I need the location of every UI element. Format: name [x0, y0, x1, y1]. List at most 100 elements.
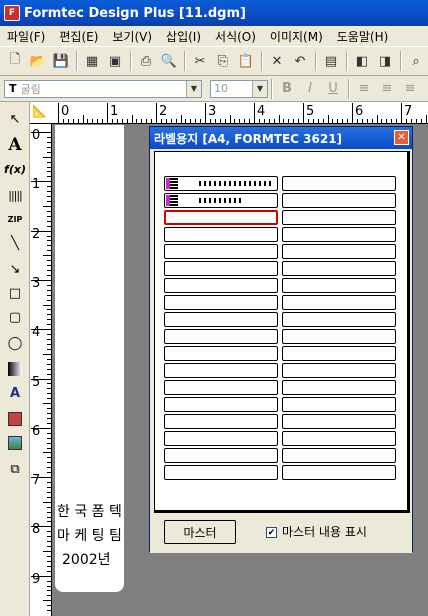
label-cell[interactable]: [282, 210, 396, 225]
label-cell[interactable]: [164, 193, 278, 208]
wordart-tool-icon[interactable]: A: [3, 382, 27, 404]
zoom-icon[interactable]: ⌕: [405, 50, 427, 72]
label-cell[interactable]: [282, 261, 396, 276]
ruler-number: 4: [32, 325, 41, 341]
open-folder-icon[interactable]: 📂: [27, 50, 49, 72]
label-cell-selected[interactable]: [164, 210, 278, 225]
label-cell[interactable]: [164, 346, 278, 361]
group-tool-icon[interactable]: ⧉: [3, 458, 27, 480]
align-center-icon[interactable]: ≡: [376, 78, 398, 100]
formula-tool-icon[interactable]: f(x): [3, 158, 27, 180]
font-family-select[interactable]: T 굴림 ▼: [4, 79, 202, 98]
label-content-icon: [166, 178, 178, 189]
bold-icon[interactable]: B: [276, 78, 298, 100]
label-cell[interactable]: [282, 244, 396, 259]
print-preview-icon[interactable]: 🔍: [158, 50, 180, 72]
rectangle-tool-icon[interactable]: □: [3, 282, 27, 304]
new-file-icon[interactable]: 🗋: [4, 50, 26, 72]
label-cell[interactable]: [282, 329, 396, 344]
master-button[interactable]: 마스터: [164, 520, 236, 544]
label-layout-icon[interactable]: ▦: [81, 50, 103, 72]
select-arrow-icon[interactable]: ↖: [3, 108, 27, 130]
label-cell[interactable]: [282, 193, 396, 208]
line-tool-icon[interactable]: ╲: [3, 232, 27, 254]
undo-icon[interactable]: ↶: [289, 50, 311, 72]
label-cell[interactable]: [164, 261, 278, 276]
font-type-icon: T: [9, 82, 17, 95]
label-cell[interactable]: [164, 380, 278, 395]
label-cell[interactable]: [282, 380, 396, 395]
label-cell[interactable]: [164, 329, 278, 344]
send-back-icon[interactable]: ◨: [374, 50, 396, 72]
menu-view[interactable]: 보기(V): [105, 28, 159, 45]
label-cell[interactable]: [164, 363, 278, 378]
rounded-rect-tool-icon[interactable]: ▢: [3, 306, 27, 328]
align-right-icon[interactable]: ≡: [399, 78, 421, 100]
ruler-number: 3: [208, 104, 217, 119]
italic-icon[interactable]: I: [299, 78, 321, 100]
ellipse-tool-icon[interactable]: ◯: [3, 332, 27, 354]
close-icon[interactable]: ✕: [394, 130, 409, 145]
label-cell[interactable]: [164, 312, 278, 327]
underline-icon[interactable]: U: [322, 78, 344, 100]
label-cell[interactable]: [164, 414, 278, 429]
zip-barcode-icon[interactable]: ZIP: [3, 208, 27, 230]
label-cell[interactable]: [164, 431, 278, 446]
properties-icon[interactable]: ▤: [320, 50, 342, 72]
label-cell[interactable]: [282, 363, 396, 378]
label-cell[interactable]: [164, 278, 278, 293]
page-setup-icon[interactable]: ▣: [104, 50, 126, 72]
paste-icon[interactable]: 📋: [235, 50, 257, 72]
menu-format[interactable]: 서식(O): [208, 28, 263, 45]
menu-insert[interactable]: 삽입(I): [159, 28, 208, 45]
toolbar-separator: [346, 51, 348, 71]
label-content-preview: [199, 181, 271, 186]
label-cell[interactable]: [164, 465, 278, 480]
label-cell[interactable]: [164, 176, 278, 191]
label-cell[interactable]: [282, 397, 396, 412]
label-cell[interactable]: [164, 448, 278, 463]
label-cell[interactable]: [282, 312, 396, 327]
image-tool-icon[interactable]: [3, 432, 27, 454]
align-left-icon[interactable]: ≡: [353, 78, 375, 100]
menu-help[interactable]: 도움말(H): [330, 28, 396, 45]
gradient-tool-icon[interactable]: [3, 358, 27, 380]
chevron-down-icon[interactable]: ▼: [252, 80, 267, 97]
label-cell[interactable]: [282, 176, 396, 191]
label-cell[interactable]: [164, 227, 278, 242]
text-tool-icon[interactable]: A: [3, 134, 27, 156]
arrow-tool-icon[interactable]: ↘: [3, 258, 27, 280]
cut-icon[interactable]: ✂: [189, 50, 211, 72]
label-cell[interactable]: [282, 414, 396, 429]
label-cell[interactable]: [282, 278, 396, 293]
clipart-tool-icon[interactable]: [3, 408, 27, 430]
label-cell[interactable]: [282, 295, 396, 310]
ruler-number: 5: [306, 104, 315, 119]
label-cell[interactable]: [282, 431, 396, 446]
bring-front-icon[interactable]: ◧: [351, 50, 373, 72]
menu-file[interactable]: 파일(F): [0, 28, 52, 45]
font-family-value: 굴림: [20, 82, 41, 96]
label-cell[interactable]: [282, 448, 396, 463]
menu-edit[interactable]: 편집(E): [52, 28, 105, 45]
label-cell[interactable]: [282, 465, 396, 480]
label-cell[interactable]: [282, 346, 396, 361]
label-cell[interactable]: [164, 295, 278, 310]
show-master-checkbox[interactable]: ✔: [266, 527, 277, 538]
save-icon[interactable]: 💾: [50, 50, 72, 72]
ruler-number: 4: [257, 104, 266, 119]
label-cell[interactable]: [164, 397, 278, 412]
label-cell[interactable]: [282, 227, 396, 242]
app-icon[interactable]: F: [4, 5, 20, 21]
label-sheet-dialog: 라벨용지 [A4, FORMTEC 3621] ✕ 마스터 ✔ 마스터 내용 표…: [149, 126, 413, 553]
page-text-block[interactable]: 한 국 폼 텍 마 케 팅 팀 2002년: [55, 500, 124, 592]
font-size-select[interactable]: 10 ▼: [210, 79, 268, 98]
label-cell[interactable]: [164, 244, 278, 259]
chevron-down-icon[interactable]: ▼: [186, 80, 201, 97]
label-sheet-preview: [154, 151, 410, 513]
delete-icon[interactable]: ✕: [266, 50, 288, 72]
barcode-tool-icon[interactable]: |||||: [3, 184, 27, 206]
copy-icon[interactable]: ⎘: [212, 50, 234, 72]
menu-image[interactable]: 이미지(M): [263, 28, 330, 45]
print-icon[interactable]: ⎙: [135, 50, 157, 72]
